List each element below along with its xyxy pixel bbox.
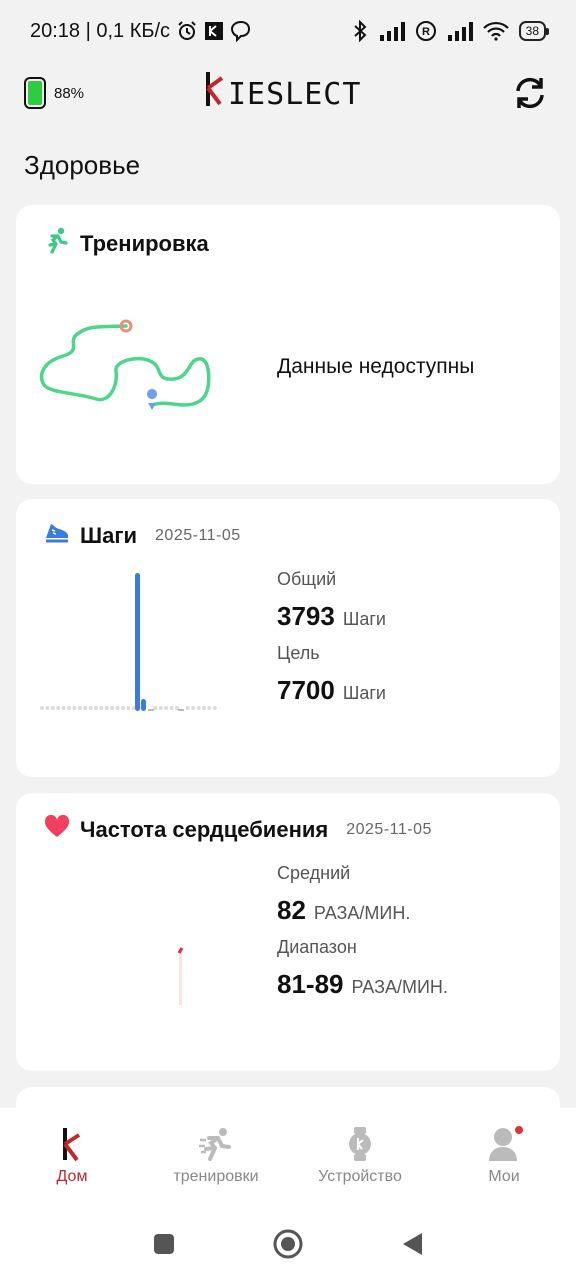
svg-text:IESLECT: IESLECT [228,77,361,110]
steps-hour-bar [141,699,146,711]
triangle-back-icon [403,1233,422,1255]
steps-goal-unit: Шаги [342,683,386,703]
home-button[interactable] [226,1214,350,1274]
heart-rate-date: 2025-11-05 [346,820,432,838]
heart-avg-value: 82 [277,895,306,925]
sync-icon [516,77,544,109]
status-time: 20:18 | 0,1 КБ/с [30,19,171,42]
viber-icon [230,20,252,42]
heart-avg-unit: РАЗА/МИН. [313,903,411,923]
heart-icon [44,814,70,844]
running-icon [44,227,70,260]
kieslect-logo: IESLECT [202,68,374,115]
steps-title: Шаги [80,522,138,548]
steps-hour-dot [61,706,66,710]
heart-rate-stats: Средний 82 РАЗА/МИН. Диапазон 81-89 РАЗА… [277,863,448,1011]
profile-nav-icon [487,1124,525,1162]
steps-hour-dot [164,706,169,710]
bluetooth-icon [351,20,369,42]
steps-hour-dot [104,706,109,710]
nav-device[interactable]: Устройство [288,1108,432,1208]
system-navigation-bar [0,1208,576,1280]
steps-hour-dot [40,706,44,710]
steps-hour-dot [121,706,125,710]
route-map-illustration [39,319,211,410]
nav-profile[interactable]: Мои [432,1108,576,1208]
steps-stats: Общий 3793 Шаги Цель 7700 Шаги [277,569,386,717]
steps-hour-dot [56,706,61,710]
steps-hour-dot [115,706,120,710]
nav-home-label: Дом [56,1168,88,1185]
app-header: 88% IESLECT [0,62,576,124]
steps-goal-label: Цель [277,643,320,663]
steps-hour-dot [202,706,206,710]
steps-goal-value: 7700 [277,675,335,705]
nav-device-label: Устройство [318,1168,402,1185]
steps-hourly-chart [40,573,217,711]
watch-battery-icon [24,77,46,109]
circle-icon [273,1229,303,1259]
steps-hour-dot [158,706,163,710]
steps-hour-dot [88,706,93,710]
steps-date: 2025-11-05 [155,526,241,544]
steps-hour-dot [191,706,196,710]
bottom-navigation: Дом тренировки Устройство Мои [0,1108,576,1208]
heart-range-unit: РАЗА/МИН. [351,977,448,997]
alarm-icon [176,20,198,42]
phone-battery: 38 [518,21,550,41]
steps-hour-dot [99,706,104,710]
wifi-icon [482,21,509,41]
heart-rate-title: Частота сердцебиения [80,816,329,842]
steps-hour-dot [110,706,115,710]
back-button[interactable] [350,1214,474,1274]
steps-hour-dot [207,706,212,710]
signal-icon [379,21,405,41]
running-nav-icon [198,1126,234,1162]
heart-range-label: Диапазон [277,937,357,957]
steps-hour-bar [135,573,140,711]
steps-card[interactable]: Шаги 2025-11-05 Общий 3793 Шаги Цель 770… [16,499,560,777]
notification-dot [513,1124,525,1136]
steps-hour-dot [72,706,77,710]
heart-range-value: 81-89 [277,969,344,999]
workout-empty-message: Данные недоступны [277,355,475,378]
steps-hour-dot [45,706,50,710]
page-title: Здоровье [24,150,141,180]
workout-card[interactable]: Тренировка Данные недоступны [16,205,560,484]
steps-hour-dot [126,706,131,710]
app-notification-icon [204,21,224,41]
steps-hour-dot [94,706,98,710]
nav-workouts-label: тренировки [173,1168,259,1185]
steps-hour-dot [169,706,174,710]
steps-hour-dot [212,706,217,710]
sneaker-icon [44,521,70,550]
steps-total-label: Общий [277,569,337,589]
heart-rate-chart [177,947,184,1005]
status-bar: 20:18 | 0,1 КБ/с R 38 [0,0,576,62]
nav-workouts[interactable]: тренировки [144,1108,288,1208]
heart-avg-label: Средний [277,863,351,883]
sync-button[interactable] [508,71,552,115]
watch-battery-level: 88% [54,84,85,102]
watch-battery: 88% [24,77,84,109]
nav-profile-label: Мои [488,1168,520,1185]
kieslect-home-icon [60,1126,84,1162]
steps-hour-dot [83,706,88,710]
heart-rate-card[interactable]: Частота сердцебиения 2025-11-05 Средний … [16,793,560,1071]
nav-home[interactable]: Дом [0,1108,144,1208]
steps-hour-dot [50,706,55,710]
svg-text:R: R [422,26,430,38]
steps-hour-dot [196,706,201,710]
watch-nav-icon [347,1126,373,1162]
steps-hour-dot [185,706,190,710]
square-icon [154,1234,174,1254]
workout-title: Тренировка [80,230,209,256]
steps-total-value: 3793 [277,601,335,631]
steps-hour-dot [67,706,71,710]
steps-hour-dot [77,706,82,710]
signal-2-icon [447,21,473,41]
steps-total-unit: Шаги [342,609,386,629]
roaming-icon: R [415,20,437,42]
recent-apps-button[interactable] [102,1214,226,1274]
